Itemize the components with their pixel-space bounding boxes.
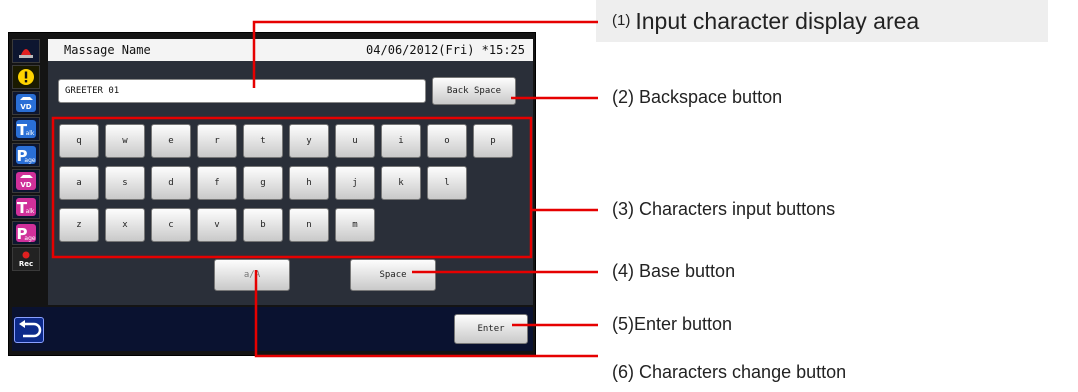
- callout-5: (5)Enter button: [612, 314, 733, 334]
- callout-1: (1) Input character display area: [612, 8, 919, 35]
- callout-1-text: Input character display area: [635, 8, 920, 34]
- character-keys-highlight: [51, 116, 533, 259]
- callout-line-1: [252, 20, 598, 88]
- callout-1-number: (1): [612, 12, 631, 29]
- callout-3: (3) Characters input buttons: [612, 199, 836, 219]
- callout-2: (2) Backspace button: [612, 87, 783, 107]
- callout-overlay: [51, 0, 1048, 358]
- callout-line-6: [254, 270, 598, 358]
- callout-4: (4) Base button: [612, 261, 736, 281]
- callout-6: (6) Characters change button: [612, 362, 847, 382]
